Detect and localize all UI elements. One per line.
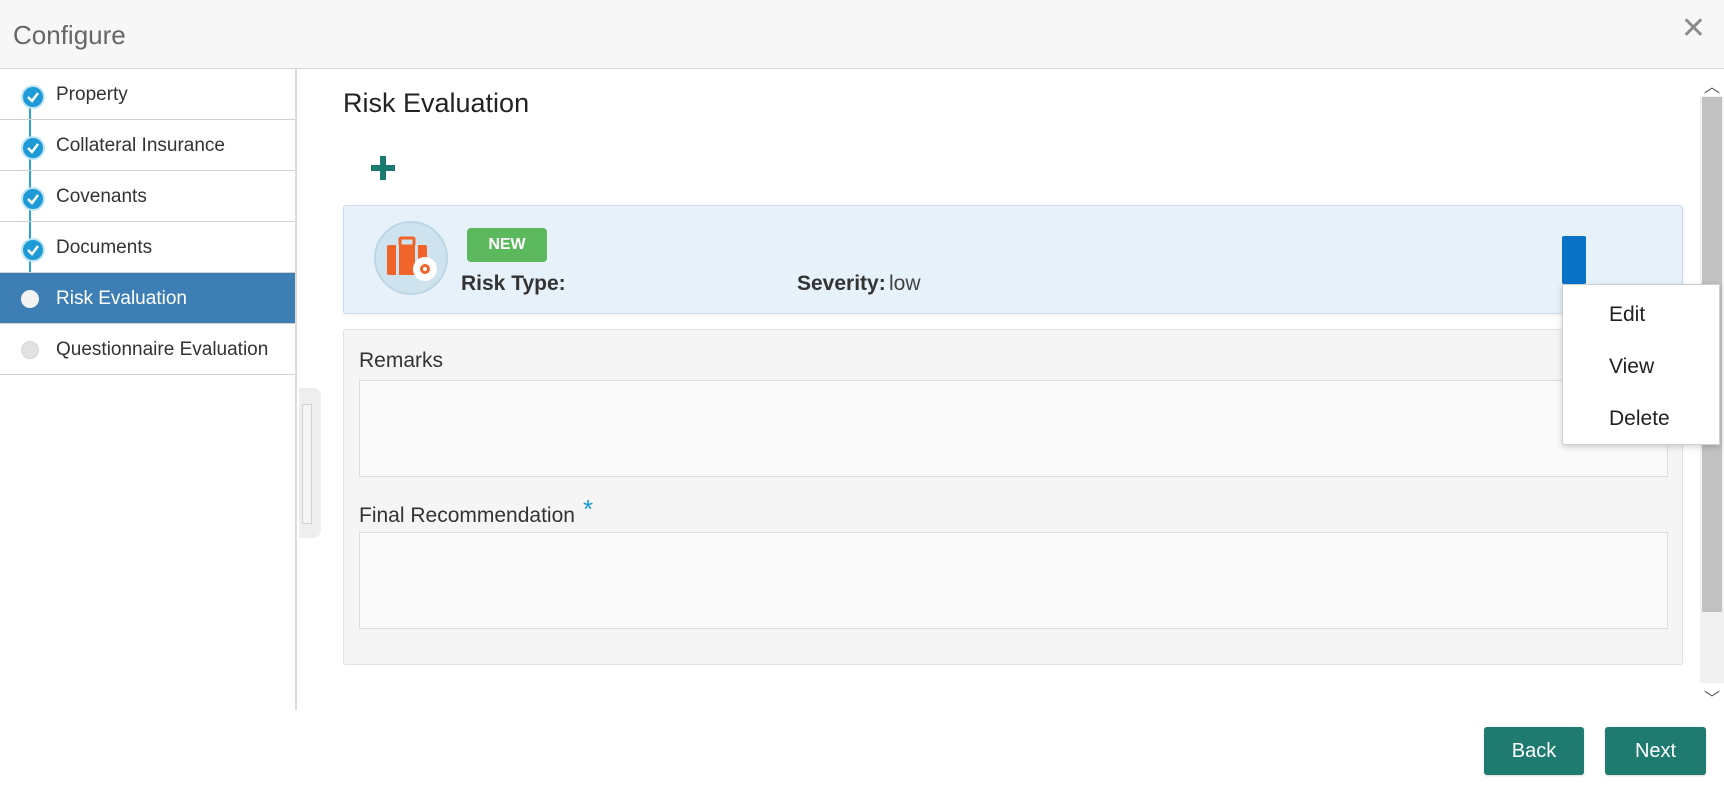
check-icon: [21, 136, 45, 160]
card-menu-button[interactable]: [1562, 236, 1586, 284]
sidebar-item-risk-evaluation[interactable]: Risk Evaluation: [0, 273, 295, 324]
form-panel: Remarks Final Recommendation *: [343, 329, 1683, 665]
risk-card: NEW Risk Type: Severity: low: [343, 205, 1683, 314]
step-dot-icon: [21, 341, 39, 359]
final-recommendation-field[interactable]: [359, 532, 1668, 629]
status-badge: NEW: [467, 228, 547, 262]
menu-item-delete[interactable]: Delete: [1609, 407, 1670, 431]
scroll-up-icon[interactable]: ︿: [1704, 73, 1720, 97]
close-icon[interactable]: ✕: [1681, 14, 1706, 44]
check-icon: [21, 85, 45, 109]
sidebar-collapse-handle[interactable]: [299, 388, 321, 538]
required-marker: *: [582, 494, 594, 524]
menu-item-view[interactable]: View: [1609, 355, 1654, 379]
check-icon: [21, 187, 45, 211]
sidebar-item-label: Property: [56, 84, 128, 105]
remarks-field[interactable]: [359, 380, 1668, 477]
sidebar-item-label: Collateral Insurance: [56, 135, 225, 156]
sidebar-item-label: Covenants: [56, 186, 147, 207]
final-recommendation-text: Final Recommendation: [359, 504, 575, 527]
step-dot-icon: [21, 290, 39, 308]
plus-icon[interactable]: [369, 154, 397, 182]
briefcase-gear-icon: [374, 221, 448, 295]
sidebar-item-property[interactable]: Property: [0, 69, 295, 120]
remarks-label: Remarks: [359, 349, 444, 372]
page-title: Risk Evaluation: [343, 88, 530, 118]
next-button[interactable]: Next: [1605, 727, 1706, 775]
sidebar-item-label: Questionnaire Evaluation: [56, 339, 269, 360]
dialog-header: Configure ✕: [0, 0, 1724, 69]
sidebar-item-documents[interactable]: Documents: [0, 222, 295, 273]
sidebar-item-label: Risk Evaluation: [56, 288, 187, 309]
back-button[interactable]: Back: [1484, 727, 1584, 775]
sidebar-item-questionnaire-evaluation[interactable]: Questionnaire Evaluation: [0, 324, 295, 375]
handle-grip: [302, 404, 312, 524]
sidebar: Property Collateral Insurance Covenants …: [0, 69, 297, 710]
final-recommendation-label: Final Recommendation *: [359, 494, 593, 529]
menu-item-edit[interactable]: Edit: [1609, 303, 1645, 327]
sidebar-item-label: Documents: [56, 237, 153, 258]
sidebar-item-covenants[interactable]: Covenants: [0, 171, 295, 222]
sidebar-item-collateral-insurance[interactable]: Collateral Insurance: [0, 120, 295, 171]
scroll-down-icon[interactable]: ﹀: [1704, 685, 1720, 709]
severity-label: Severity:: [797, 272, 886, 295]
card-action-menu: Edit View Delete: [1562, 284, 1720, 445]
risk-type-label: Risk Type:: [461, 272, 566, 295]
severity-value: low: [889, 272, 921, 295]
check-icon: [21, 238, 45, 262]
dialog-title: Configure: [13, 20, 126, 50]
